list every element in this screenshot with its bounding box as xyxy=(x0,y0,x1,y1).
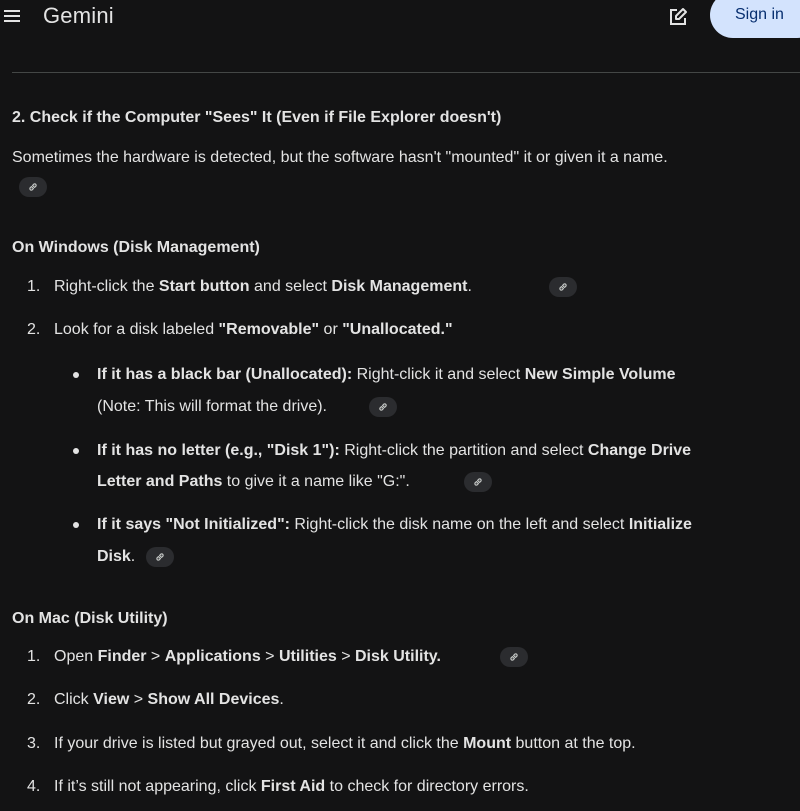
source-link-chip[interactable] xyxy=(369,397,397,417)
windows-bullet-3: If it says "Not Initialized": Right-clic… xyxy=(97,516,692,533)
mac-heading: On Mac (Disk Utility) xyxy=(12,610,168,627)
windows-bullet-3-cont: Disk. xyxy=(97,548,136,565)
section-heading: 2. Check if the Computer "Sees" It (Even… xyxy=(12,109,502,126)
list-number: 4. xyxy=(27,778,41,795)
source-link-chip[interactable] xyxy=(464,472,492,492)
list-number: 1. xyxy=(27,278,41,295)
mac-step-2: Click View > Show All Devices. xyxy=(54,691,284,708)
list-number: 3. xyxy=(27,735,41,752)
mac-step-4: If it’s still not appearing, click First… xyxy=(54,778,529,795)
link-icon xyxy=(156,553,164,561)
windows-step-1: Right-click the Start button and select … xyxy=(54,278,472,295)
windows-bullet-2-cont: Letter and Paths to give it a name like … xyxy=(97,473,410,490)
new-chat-edit-icon[interactable] xyxy=(667,6,689,28)
app-title: Gemini xyxy=(43,3,114,28)
windows-bullet-1-note: (Note: This will format the drive). xyxy=(97,398,327,415)
link-icon xyxy=(474,478,482,486)
windows-heading: On Windows (Disk Management) xyxy=(12,239,260,256)
sign-in-label: Sign in xyxy=(735,6,784,23)
section-intro: Sometimes the hardware is detected, but … xyxy=(12,149,668,166)
source-link-chip[interactable] xyxy=(549,277,577,297)
top-bar: Gemini Sign in xyxy=(0,0,800,38)
link-icon xyxy=(510,653,518,661)
mac-step-3: If your drive is listed but grayed out, … xyxy=(54,735,636,752)
sign-in-button[interactable]: Sign in xyxy=(710,0,800,38)
list-number: 2. xyxy=(27,691,41,708)
windows-bullet-1: If it has a black bar (Unallocated): Rig… xyxy=(97,366,676,383)
link-icon xyxy=(559,283,567,291)
bullet xyxy=(73,372,79,378)
source-link-chip[interactable] xyxy=(500,647,528,667)
windows-step-2: Look for a disk labeled "Removable" or "… xyxy=(54,321,453,338)
mac-step-1: Open Finder > Applications > Utilities >… xyxy=(54,648,441,665)
link-icon xyxy=(29,183,37,191)
source-link-chip[interactable] xyxy=(19,177,47,197)
source-link-chip[interactable] xyxy=(146,547,174,567)
link-icon xyxy=(379,403,387,411)
bullet xyxy=(73,448,79,454)
bullet xyxy=(73,522,79,528)
menu-icon[interactable] xyxy=(4,10,20,24)
list-number: 1. xyxy=(27,648,41,665)
windows-bullet-2: If it has no letter (e.g., "Disk 1"): Ri… xyxy=(97,442,692,459)
header-divider xyxy=(12,72,800,73)
list-number: 2. xyxy=(27,321,41,338)
